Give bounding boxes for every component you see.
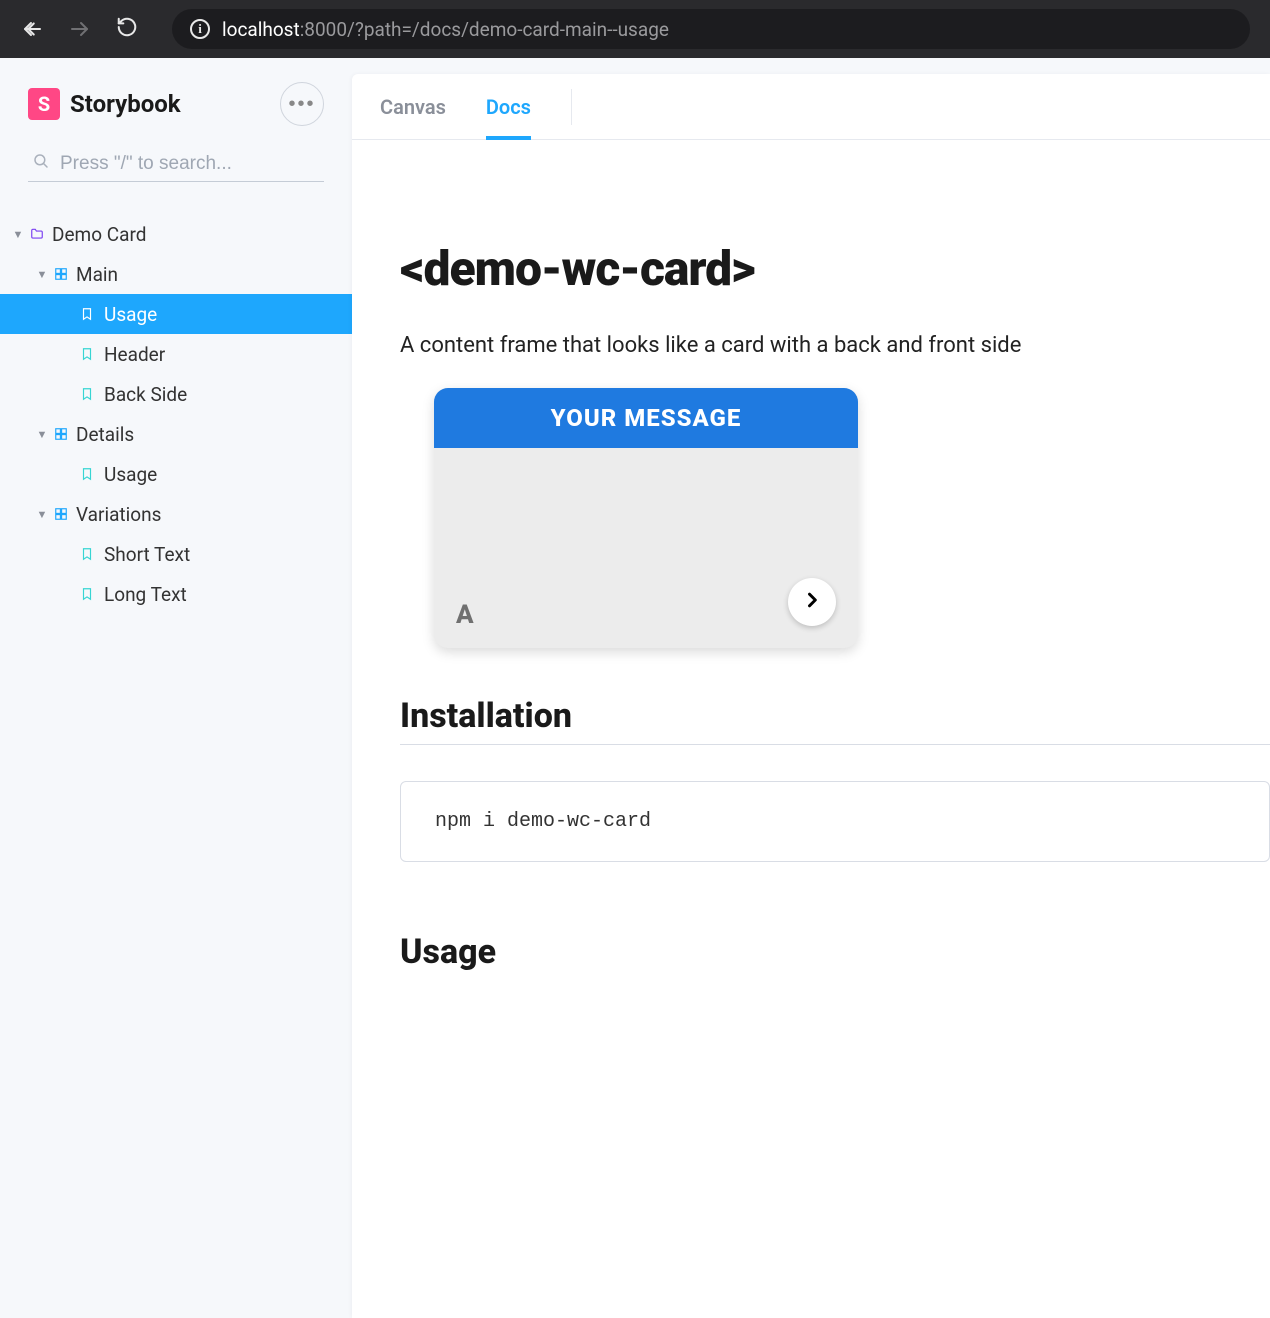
bookmark-icon [80,587,94,601]
url-text: localhost:8000/?path=/docs/demo-card-mai… [222,18,669,41]
tree-label: Header [104,343,165,366]
tree-story-back-side[interactable]: Back Side [0,374,352,414]
flip-button[interactable] [788,578,836,626]
caret-down-icon: ▼ [36,268,48,281]
docs-body: <demo-wc-card> A content frame that look… [352,140,1270,1056]
tree-label: Usage [104,303,157,326]
tree-label: Long Text [104,583,187,606]
component-icon [54,267,68,281]
folder-icon [30,227,44,241]
back-button[interactable] [20,17,44,41]
tree-label: Back Side [104,383,187,406]
tree-label: Short Text [104,543,190,566]
bookmark-icon [80,467,94,481]
component-icon [54,507,68,521]
bookmark-icon [80,547,94,561]
tab-canvas[interactable]: Canvas [380,74,446,139]
caret-down-icon: ▼ [36,508,48,521]
tab-docs[interactable]: Docs [486,74,531,139]
url-bar[interactable]: i localhost:8000/?path=/docs/demo-card-m… [172,9,1250,49]
search-icon [32,152,50,175]
browser-toolbar: i localhost:8000/?path=/docs/demo-card-m… [0,0,1270,58]
tabs: Canvas Docs [352,74,1270,140]
bookmark-icon [80,387,94,401]
bookmark-icon [80,307,94,321]
tree-story-details-usage[interactable]: Usage [0,454,352,494]
tree-label: Usage [104,463,157,486]
ellipsis-icon: ••• [288,93,315,116]
demo-card-header: YOUR MESSAGE [434,388,858,448]
info-icon: i [190,19,210,39]
forward-button[interactable] [68,17,92,41]
install-code-block[interactable]: npm i demo-wc-card [400,781,1270,862]
tree-label: Demo Card [52,223,146,246]
component-icon [54,427,68,441]
section-heading-installation: Installation [400,696,1270,745]
chevron-right-icon [802,588,822,616]
demo-card-body: A [434,448,858,648]
tree-label: Variations [76,503,161,526]
tree-label: Main [76,263,118,286]
demo-card-letter: A [456,600,474,630]
tree-component-main[interactable]: ▼ Main [0,254,352,294]
demo-card-preview: YOUR MESSAGE A [434,388,858,648]
bookmark-icon [80,347,94,361]
nav-tree: ▼ Demo Card ▼ Main Usage [0,194,352,614]
page-description: A content frame that looks like a card w… [400,333,1270,358]
sidebar: S Storybook ••• ▼ Demo Card [0,58,352,1318]
tab-divider [571,89,572,125]
tree-label: Details [76,423,134,446]
tree-story-short-text[interactable]: Short Text [0,534,352,574]
more-menu-button[interactable]: ••• [280,82,324,126]
tree-story-usage[interactable]: Usage [0,294,352,334]
storybook-logo-text: Storybook [70,90,181,118]
main-panel: Canvas Docs <demo-wc-card> A content fra… [352,74,1270,1318]
caret-down-icon: ▼ [36,428,48,441]
storybook-logo[interactable]: S Storybook [28,88,181,120]
tree-component-details[interactable]: ▼ Details [0,414,352,454]
storybook-logo-icon: S [28,88,60,120]
tree-component-variations[interactable]: ▼ Variations [0,494,352,534]
tree-story-header[interactable]: Header [0,334,352,374]
reload-button[interactable] [116,16,138,43]
page-title: <demo-wc-card> [400,240,1270,297]
section-heading-usage: Usage [400,932,1270,980]
tree-story-long-text[interactable]: Long Text [0,574,352,614]
tree-folder-demo-card[interactable]: ▼ Demo Card [0,214,352,254]
search-box[interactable] [28,146,324,182]
search-input[interactable] [60,153,320,175]
caret-down-icon: ▼ [12,228,24,241]
